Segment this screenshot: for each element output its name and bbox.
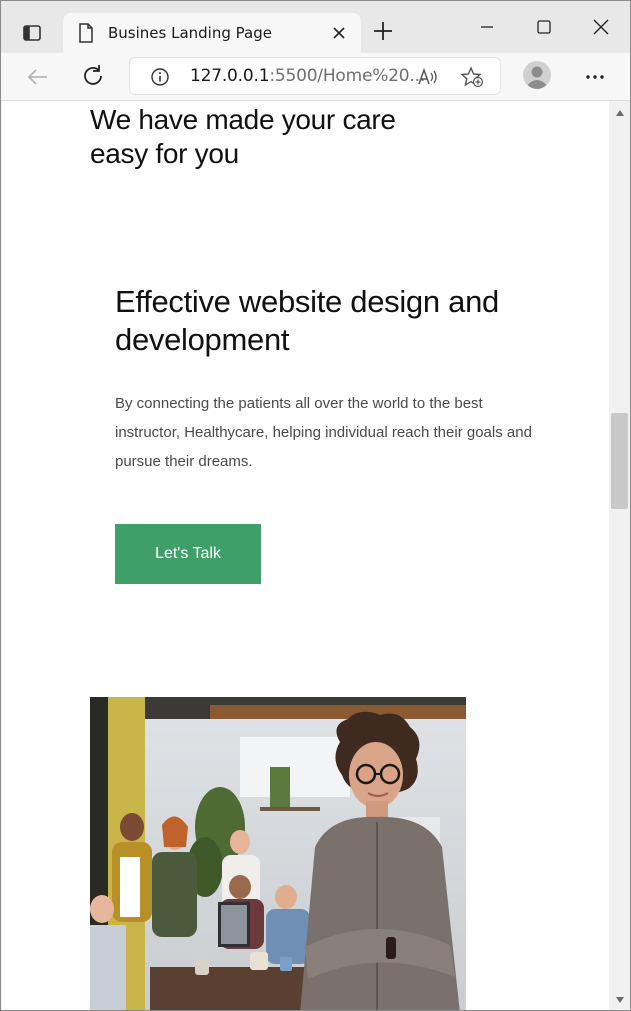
active-tab[interactable]: Busines Landing Page: [63, 13, 361, 53]
tab-strip: Busines Landing Page: [1, 1, 630, 53]
page-icon: [79, 23, 93, 43]
profile-icon[interactable]: [522, 60, 552, 90]
back-arrow-icon[interactable]: [25, 64, 51, 90]
plus-icon[interactable]: [371, 19, 395, 43]
office-photo-illustration: [90, 697, 466, 1010]
add-favorite-icon[interactable]: [460, 66, 484, 88]
more-icon[interactable]: [583, 65, 607, 89]
read-aloud-icon[interactable]: [416, 66, 440, 88]
lets-talk-button[interactable]: Let's Talk: [115, 524, 261, 584]
section-heading: We have made your care easy for you: [90, 104, 396, 169]
minimize-icon[interactable]: [475, 15, 499, 39]
reload-icon[interactable]: [80, 63, 106, 89]
tab-actions-button[interactable]: [15, 19, 49, 47]
page-viewport[interactable]: We have made your care easy for you Effe…: [2, 101, 609, 1010]
url-host: 127.0.0.1: [190, 66, 270, 86]
vertical-scrollbar[interactable]: [609, 101, 630, 1010]
close-icon[interactable]: [331, 25, 347, 41]
url-path: :5500/Home%20...: [269, 66, 426, 86]
scrollbar-thumb[interactable]: [611, 413, 628, 509]
url-text[interactable]: 127.0.0.1:5500/Home%20...: [190, 66, 425, 86]
scroll-up-icon[interactable]: [615, 109, 625, 117]
sidebar-toggle-icon: [23, 25, 41, 41]
tab-title: Busines Landing Page: [108, 24, 272, 42]
card-description: By connecting the patients all over the …: [115, 395, 532, 470]
address-bar[interactable]: 127.0.0.1:5500/Home%20...: [129, 57, 501, 95]
team-photo: [90, 697, 466, 1010]
window-close-icon[interactable]: [589, 15, 613, 39]
scroll-down-icon[interactable]: [615, 996, 625, 1004]
info-icon[interactable]: [150, 67, 170, 87]
maximize-icon[interactable]: [532, 15, 556, 39]
browser-toolbar: 127.0.0.1:5500/Home%20...: [1, 53, 630, 101]
card-title: Effective website design and development: [115, 284, 499, 357]
browser-window: Busines Landing Page 127.0.0.1:5500/Home…: [0, 0, 631, 1011]
